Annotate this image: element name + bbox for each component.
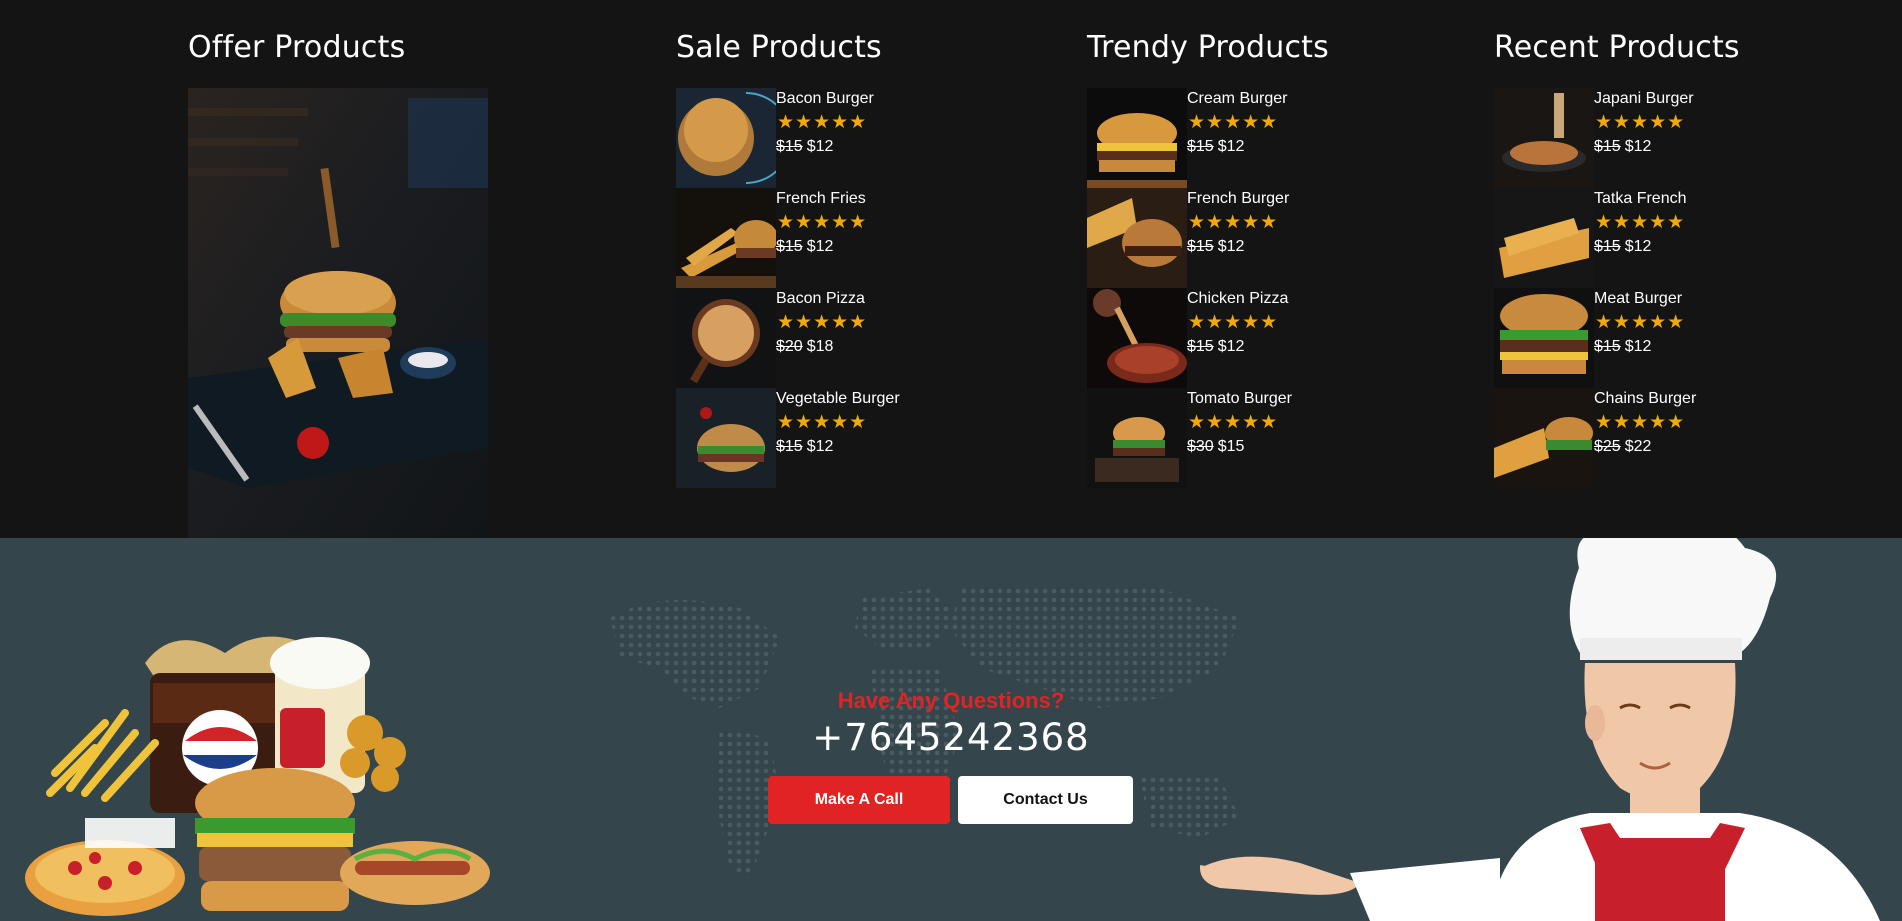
questions-heading: Have Any Questions? bbox=[837, 688, 1065, 713]
product-price: $15 $12 bbox=[1187, 238, 1244, 256]
product-price: $15 $12 bbox=[776, 138, 833, 156]
old-price: $15 bbox=[1187, 338, 1214, 355]
product-name[interactable]: Chicken Pizza bbox=[1187, 290, 1288, 308]
trendy-products-title: Trendy Products bbox=[1087, 30, 1329, 65]
list-item[interactable]: Tomato Burger ★★★★★ $30 $15 bbox=[1087, 388, 1347, 488]
list-item[interactable]: Bacon Pizza ★★★★★ $20 $18 bbox=[676, 288, 936, 388]
star-icon: ★★★★★ bbox=[777, 212, 868, 233]
product-name[interactable]: Japani Burger bbox=[1594, 90, 1694, 108]
product-price: $15 $12 bbox=[776, 238, 833, 256]
current-price: $18 bbox=[806, 338, 834, 355]
product-thumbnail[interactable] bbox=[1494, 88, 1594, 188]
product-thumbnail[interactable] bbox=[1494, 388, 1594, 488]
product-price: $15 $12 bbox=[1187, 138, 1244, 156]
star-icon: ★★★★★ bbox=[1188, 112, 1279, 133]
product-price: $15 $12 bbox=[776, 438, 833, 456]
old-price: $15 bbox=[1187, 138, 1214, 155]
product-name[interactable]: French Burger bbox=[1187, 190, 1289, 208]
product-name[interactable]: Bacon Pizza bbox=[776, 290, 865, 308]
old-price: $15 bbox=[1594, 338, 1621, 355]
current-price: $12 bbox=[806, 438, 834, 455]
old-price: $15 bbox=[1594, 138, 1621, 155]
star-icon: ★★★★★ bbox=[1595, 212, 1686, 233]
product-name[interactable]: French Fries bbox=[776, 190, 866, 208]
star-icon: ★★★★★ bbox=[1595, 312, 1686, 333]
product-price: $15 $12 bbox=[1594, 338, 1651, 356]
list-item[interactable]: Japani Burger ★★★★★ $15 $12 bbox=[1494, 88, 1754, 188]
list-item[interactable]: Bacon Burger ★★★★★ $15 $12 bbox=[676, 88, 936, 188]
star-icon: ★★★★★ bbox=[1595, 112, 1686, 133]
trendy-products-list: Cream Burger ★★★★★ $15 $12 French Burger … bbox=[1087, 88, 1347, 488]
old-price: $20 bbox=[776, 338, 803, 355]
product-name[interactable]: Vegetable Burger bbox=[776, 390, 900, 408]
list-item[interactable]: Cream Burger ★★★★★ $15 $12 bbox=[1087, 88, 1347, 188]
product-name[interactable]: Chains Burger bbox=[1594, 390, 1696, 408]
list-item[interactable]: Chains Burger ★★★★★ $25 $22 bbox=[1494, 388, 1754, 488]
list-item[interactable]: Chicken Pizza ★★★★★ $15 $12 bbox=[1087, 288, 1347, 388]
product-thumbnail[interactable] bbox=[676, 188, 776, 288]
food-collage-image bbox=[25, 636, 490, 916]
star-icon: ★★★★★ bbox=[1595, 412, 1686, 433]
current-price: $12 bbox=[1217, 338, 1245, 355]
offer-product-image[interactable] bbox=[188, 88, 488, 538]
list-item[interactable]: French Burger ★★★★★ $15 $12 bbox=[1087, 188, 1347, 288]
current-price: $12 bbox=[1624, 338, 1652, 355]
product-name[interactable]: Meat Burger bbox=[1594, 290, 1682, 308]
product-name[interactable]: Tomato Burger bbox=[1187, 390, 1292, 408]
list-item[interactable]: Vegetable Burger ★★★★★ $15 $12 bbox=[676, 388, 936, 488]
current-price: $12 bbox=[806, 138, 834, 155]
product-thumbnail[interactable] bbox=[1494, 188, 1594, 288]
recent-products-list: Japani Burger ★★★★★ $15 $12 Tatka French … bbox=[1494, 88, 1754, 488]
product-thumbnail[interactable] bbox=[676, 288, 776, 388]
product-name[interactable]: Cream Burger bbox=[1187, 90, 1287, 108]
product-price: $30 $15 bbox=[1187, 438, 1244, 456]
product-thumbnail[interactable] bbox=[1494, 288, 1594, 388]
product-thumbnail[interactable] bbox=[1087, 188, 1187, 288]
list-item[interactable]: French Fries ★★★★★ $15 $12 bbox=[676, 188, 936, 288]
product-thumbnail[interactable] bbox=[676, 388, 776, 488]
product-price: $25 $22 bbox=[1594, 438, 1651, 456]
old-price: $25 bbox=[1594, 438, 1621, 455]
star-icon: ★★★★★ bbox=[1188, 312, 1279, 333]
current-price: $12 bbox=[806, 238, 834, 255]
products-section: Offer Products Sale Products Bacon Burge… bbox=[0, 0, 1902, 538]
star-icon: ★★★★★ bbox=[777, 112, 868, 133]
star-icon: ★★★★★ bbox=[1188, 212, 1279, 233]
product-price: $15 $12 bbox=[1594, 238, 1651, 256]
product-price: $20 $18 bbox=[776, 338, 833, 356]
product-name[interactable]: Bacon Burger bbox=[776, 90, 874, 108]
old-price: $15 bbox=[776, 438, 803, 455]
sale-products-list: Bacon Burger ★★★★★ $15 $12 French Fries ★… bbox=[676, 88, 936, 488]
contact-banner: Have Any Questions? +7645242368 Make A C… bbox=[0, 538, 1902, 921]
product-name[interactable]: Tatka French bbox=[1594, 190, 1686, 208]
phone-number[interactable]: +7645242368 bbox=[0, 716, 1902, 759]
list-item[interactable]: Tatka French ★★★★★ $15 $12 bbox=[1494, 188, 1754, 288]
make-call-button[interactable]: Make A Call bbox=[768, 776, 950, 824]
current-price: $15 bbox=[1217, 438, 1245, 455]
old-price: $15 bbox=[776, 138, 803, 155]
product-thumbnail[interactable] bbox=[1087, 88, 1187, 188]
old-price: $15 bbox=[1187, 238, 1214, 255]
product-price: $15 $12 bbox=[1187, 338, 1244, 356]
product-thumbnail[interactable] bbox=[1087, 288, 1187, 388]
current-price: $12 bbox=[1624, 238, 1652, 255]
product-thumbnail[interactable] bbox=[676, 88, 776, 188]
contact-us-button[interactable]: Contact Us bbox=[958, 776, 1133, 824]
offer-products-title: Offer Products bbox=[188, 30, 406, 65]
current-price: $12 bbox=[1217, 238, 1245, 255]
old-price: $30 bbox=[1187, 438, 1214, 455]
star-icon: ★★★★★ bbox=[777, 412, 868, 433]
product-thumbnail[interactable] bbox=[1087, 388, 1187, 488]
recent-products-title: Recent Products bbox=[1494, 30, 1740, 65]
sale-products-title: Sale Products bbox=[676, 30, 882, 65]
product-price: $15 $12 bbox=[1594, 138, 1651, 156]
list-item[interactable]: Meat Burger ★★★★★ $15 $12 bbox=[1494, 288, 1754, 388]
current-price: $12 bbox=[1624, 138, 1652, 155]
old-price: $15 bbox=[776, 238, 803, 255]
current-price: $22 bbox=[1624, 438, 1652, 455]
current-price: $12 bbox=[1217, 138, 1245, 155]
star-icon: ★★★★★ bbox=[1188, 412, 1279, 433]
old-price: $15 bbox=[1594, 238, 1621, 255]
star-icon: ★★★★★ bbox=[777, 312, 868, 333]
